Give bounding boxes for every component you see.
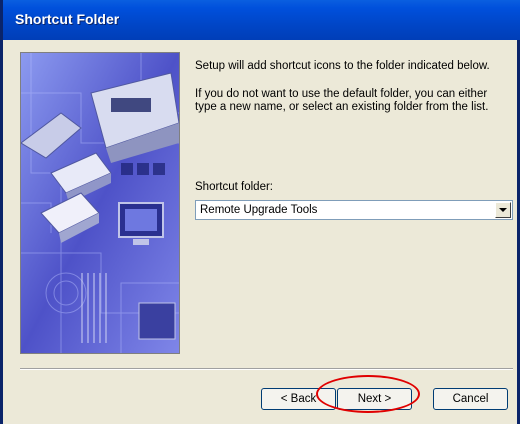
setup-dialog: Shortcut Folder Setup will add shortcut … [0, 0, 520, 424]
button-separator [20, 368, 513, 370]
dropdown-arrow-icon[interactable] [495, 202, 511, 218]
shortcut-folder-value: Remote Upgrade Tools [200, 204, 318, 216]
intro-text: Setup will add shortcut icons to the fol… [195, 60, 490, 72]
cancel-button[interactable]: Cancel [433, 388, 508, 410]
instruction-line-1: If you do not want to use the default fo… [195, 88, 488, 100]
instruction-text: If you do not want to use the default fo… [195, 88, 513, 114]
back-button[interactable]: < Back [261, 388, 336, 410]
shortcut-folder-select[interactable]: Remote Upgrade Tools [195, 200, 513, 220]
instruction-line-2: type a new name, or select an existing f… [195, 101, 489, 113]
shortcut-folder-label: Shortcut folder: [195, 181, 273, 193]
title-bar[interactable]: Shortcut Folder [3, 0, 520, 40]
window-title: Shortcut Folder [15, 11, 120, 27]
next-button[interactable]: Next > [337, 388, 412, 410]
wizard-illustration [20, 52, 180, 354]
